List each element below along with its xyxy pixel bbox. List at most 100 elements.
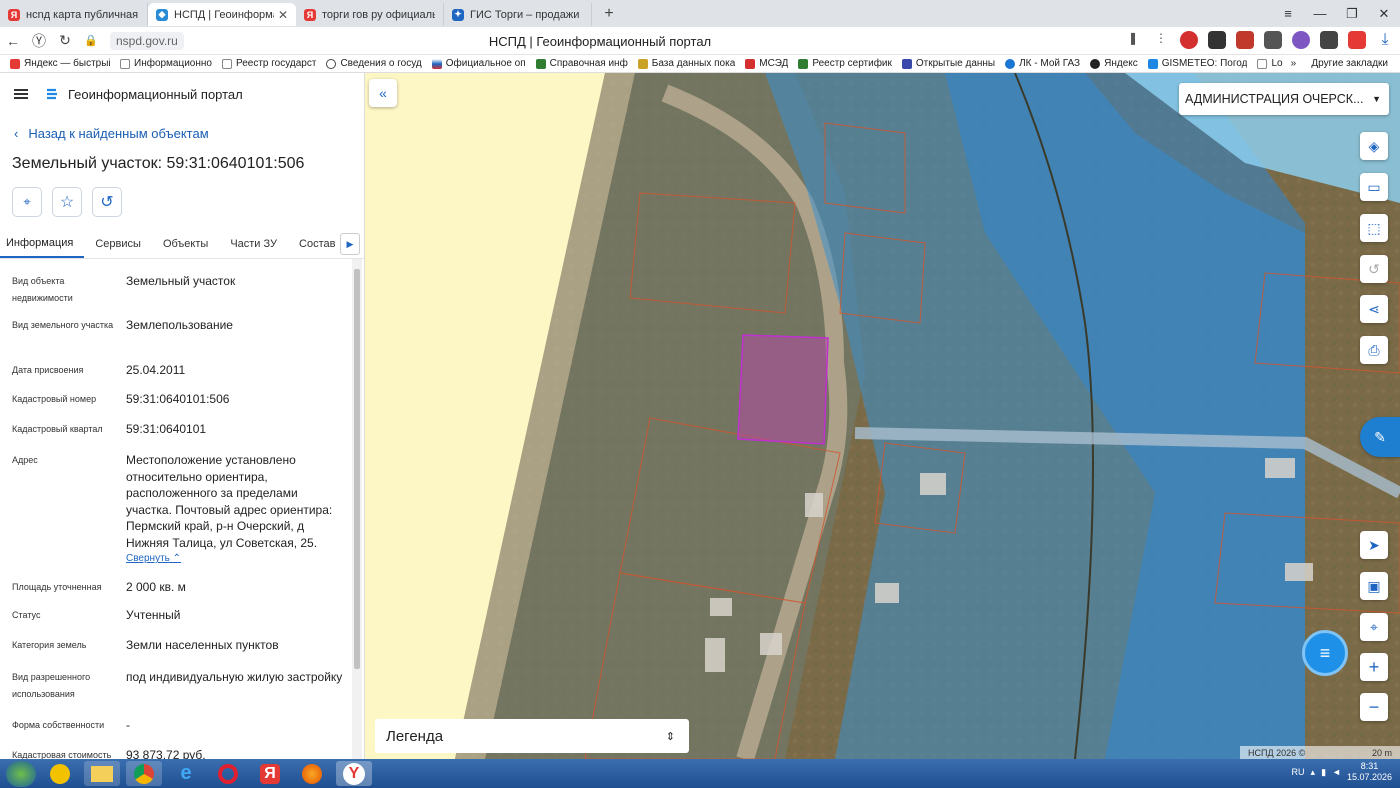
other-bookmarks-button[interactable]: Другие закладки [1311, 58, 1388, 69]
extensions-bar: ❚ ⋮ ⤓ [1124, 31, 1394, 49]
bookmark-item[interactable]: Открытые данны [901, 58, 995, 69]
menu-dots-icon[interactable]: ⋮ [1152, 31, 1170, 49]
bookmark-item[interactable]: Справочная инф [535, 58, 628, 69]
bookmark-item[interactable]: Яндекс — быстрый [10, 58, 110, 69]
extension-icon[interactable] [1236, 31, 1254, 49]
shield-icon [535, 58, 546, 69]
share-button[interactable]: ⋖ [1360, 295, 1388, 323]
taskbar-opera[interactable] [210, 761, 246, 786]
scrollbar-thumb[interactable] [354, 269, 360, 669]
bookmark-item[interactable]: Информационно [120, 58, 212, 69]
history-icon: ↺ [1368, 260, 1380, 277]
select-icon: ⬚ [1367, 219, 1381, 236]
locate-icon: ⌖ [23, 194, 31, 209]
taskbar-explorer[interactable] [84, 761, 120, 786]
taskbar-yandex-browser[interactable]: Y [336, 761, 372, 786]
chevron-right-icon: ▶ [346, 238, 354, 249]
network-icon[interactable]: ▮ [1321, 767, 1326, 778]
bookmarks-bar: Яндекс — быстрый Информационно Реестр го… [0, 55, 1400, 73]
tab-composition[interactable]: Состав [288, 229, 346, 258]
bookmark-item[interactable]: База данных пока [637, 58, 735, 69]
zoom-out-button[interactable]: − [1360, 693, 1388, 721]
extension-icon[interactable] [1292, 31, 1310, 49]
favorite-button[interactable]: ☆ [52, 187, 82, 217]
bookmark-item[interactable]: Сведения о госуд [326, 58, 422, 69]
plus-icon: + [1368, 656, 1380, 677]
bookmark-item[interactable]: Яндекс [1090, 58, 1138, 69]
star-icon: ☆ [59, 194, 75, 211]
zoom-in-button[interactable]: + [1360, 653, 1388, 681]
legend-toggle[interactable]: Легенда ⇕ [375, 719, 689, 753]
clock[interactable]: 8:31 15.07.2026 [1347, 761, 1392, 783]
locate-button[interactable]: ⌖ [1360, 613, 1388, 641]
new-tab-button[interactable]: + [598, 3, 620, 25]
chat-button[interactable]: ≡ [1302, 630, 1348, 676]
map-view[interactable]: « АДМИНИСТРАЦИЯ ОЧЕРСК... ▼ ◈ ▭ ⬚ ↺ ⋖ ⎙ ✎… [365, 73, 1400, 759]
bookmark-item[interactable]: Официальное оп [431, 58, 526, 69]
bookmark-item[interactable]: Lo [1257, 58, 1283, 69]
admin-select[interactable]: АДМИНИСТРАЦИЯ ОЧЕРСК... ▼ [1179, 83, 1389, 115]
panel-scrollbar[interactable] [352, 259, 362, 759]
tab-parts[interactable]: Части ЗУ [219, 229, 288, 258]
bookmark-icon[interactable]: ❚ [1124, 31, 1142, 49]
browser-tab[interactable]: Яторги гов ру официальны [296, 3, 444, 26]
open-data-icon [901, 58, 912, 69]
taskbar-yandex[interactable]: Я [252, 761, 288, 786]
gis-torgi-icon: ✦ [452, 8, 464, 21]
downloads-icon[interactable]: ⤓ [1376, 31, 1394, 49]
print-button[interactable]: ⎙ [1360, 336, 1388, 364]
tray-arrow-icon[interactable]: ▴ [1311, 767, 1316, 778]
history-button[interactable]: ↺ [92, 187, 122, 217]
bookmark-item[interactable]: Реестр сертифик [798, 58, 892, 69]
select-area-button[interactable]: ⬚ [1360, 214, 1388, 242]
collapse-address-link[interactable]: Свернуть ⌃ [126, 553, 181, 564]
zoom-to-object-button[interactable]: ⌖ [12, 187, 42, 217]
browser-tab[interactable]: ✦ГИС Торги – продажи гос [444, 3, 592, 26]
browser-tab[interactable]: Янсnд карта публичная кад [0, 3, 148, 26]
chat-bubble-icon: ✎ [1374, 428, 1386, 445]
taskbar-firefox[interactable] [294, 761, 330, 786]
bookmark-item[interactable]: Реестр государст [221, 58, 316, 69]
menu-icon[interactable] [14, 89, 28, 99]
bookmark-item[interactable]: МСЭД [745, 58, 788, 69]
back-to-results-link[interactable]: ‹ Назад к найденным объектам [14, 126, 364, 141]
adblock-icon[interactable] [1180, 31, 1198, 49]
language-indicator[interactable]: RU [1292, 767, 1305, 777]
start-button[interactable] [6, 760, 36, 787]
close-window-icon[interactable]: ✕ [1368, 6, 1400, 22]
chevron-down-icon: ▼ [1372, 94, 1381, 104]
extension-icon[interactable] [1208, 31, 1226, 49]
navigate-button[interactable]: ➤ [1360, 531, 1388, 559]
bookmark-item[interactable]: ЛК - Мой ГАЗ [1005, 58, 1080, 69]
extension-icon[interactable] [1348, 31, 1366, 49]
collapse-panel-button[interactable]: « [369, 79, 397, 107]
minus-icon: − [1368, 696, 1380, 717]
tab-information[interactable]: Информация [0, 229, 85, 258]
tabs-menu-icon[interactable]: ≡ [1272, 6, 1304, 21]
measure-button[interactable]: ▭ [1360, 173, 1388, 201]
selected-parcel[interactable] [737, 334, 829, 445]
tab-services[interactable]: Сервисы [84, 229, 152, 258]
more-bookmarks-button[interactable]: » [1291, 58, 1297, 69]
history-map-button[interactable]: ↺ [1360, 255, 1388, 283]
services-button[interactable]: ✎ [1360, 417, 1400, 457]
extension-icon[interactable] [1264, 31, 1282, 49]
flag-icon [431, 58, 442, 69]
volume-icon[interactable]: ◄ [1332, 767, 1341, 777]
window-controls: ≡ — ❐ ✕ [1272, 0, 1400, 27]
maximize-icon[interactable]: ❐ [1336, 6, 1368, 22]
extension-icon[interactable] [1320, 31, 1338, 49]
layers-button[interactable]: ◈ [1360, 132, 1388, 160]
taskbar-ie[interactable]: e [168, 761, 204, 786]
browser-tab-active[interactable]: ◆НСПД | Геоинформацион✕ [148, 3, 296, 26]
minimap-button[interactable]: ▣ [1360, 572, 1388, 600]
bookmark-item[interactable]: GISMETEO: Погод [1147, 58, 1247, 69]
taskbar-chrome[interactable] [126, 761, 162, 786]
yandex-icon: Я [304, 8, 316, 21]
minimize-icon[interactable]: — [1304, 6, 1336, 21]
tabs-next-button[interactable]: ▶ [340, 233, 360, 255]
tab-objects[interactable]: Объекты [152, 229, 219, 258]
map-canvas[interactable] [365, 73, 1400, 759]
taskbar-app[interactable] [42, 761, 78, 786]
close-tab-icon[interactable]: ✕ [278, 8, 288, 22]
